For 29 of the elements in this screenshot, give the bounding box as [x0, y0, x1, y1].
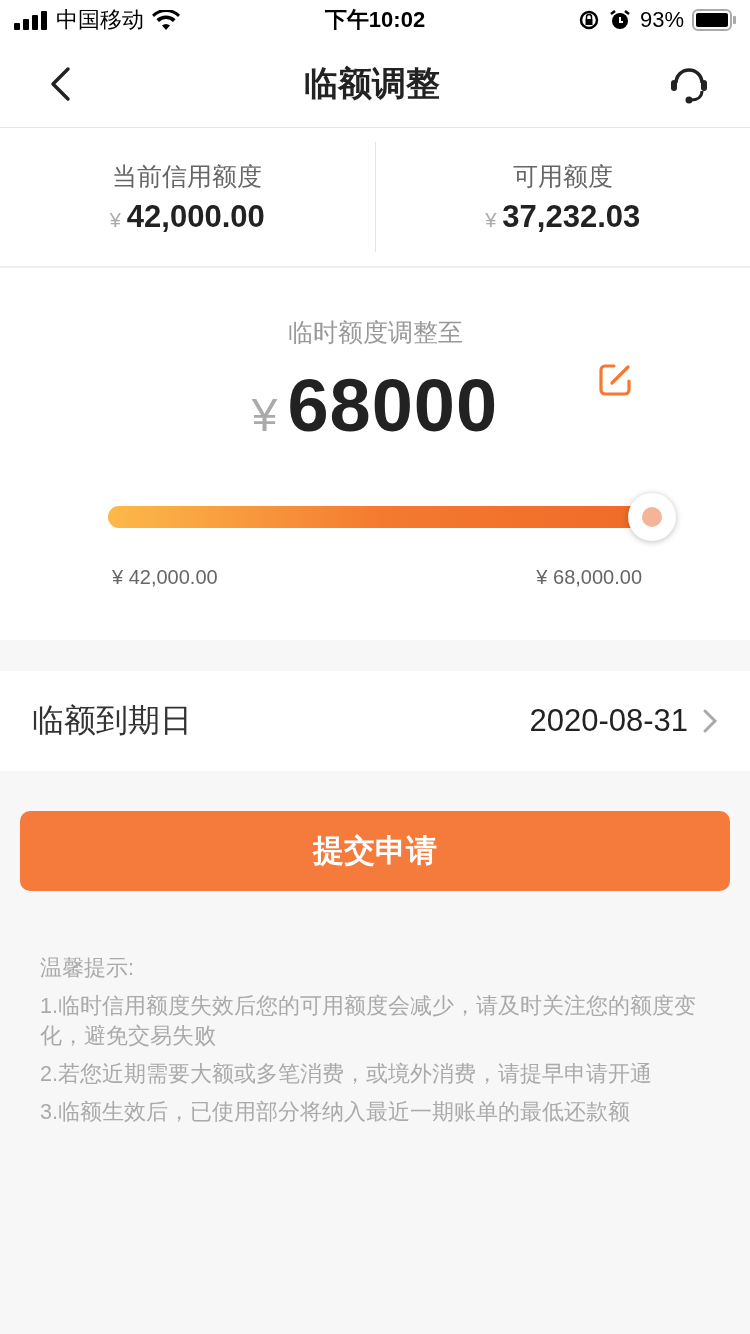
slider-track[interactable]	[108, 493, 676, 541]
chevron-right-icon[interactable]	[702, 708, 718, 734]
wifi-icon	[152, 10, 180, 30]
credit-amount: 42,000.00	[126, 198, 265, 235]
credit-label: 可用额度	[512, 160, 613, 192]
currency-sign: ¥	[251, 388, 278, 442]
expiry-date[interactable]: 2020-08-31	[529, 703, 688, 739]
credit-label: 当前信用额度	[112, 160, 263, 192]
adjust-label: 临时额度调整至	[287, 317, 463, 348]
currency-sign: ¥	[109, 208, 121, 232]
adjusted-amount: 68000	[287, 363, 499, 448]
expiry-label: 临额到期日	[32, 701, 193, 740]
credit-amount: 37,232.03	[502, 198, 641, 235]
signal-icon	[14, 10, 48, 30]
tip-text: 3.临额生效后，已使用部分将纳入最近一期账单的最低还款额	[40, 1099, 631, 1126]
edit-icon[interactable]	[598, 363, 632, 397]
rotation-lock-icon	[577, 9, 600, 31]
page-title: 临额调整	[304, 62, 440, 104]
tip-text: 2.若您近期需要大额或多笔消费，或境外消费，请提早申请开通	[40, 1061, 653, 1088]
carrier-name: 中国移动	[56, 6, 144, 34]
min-amount: ¥ 42,000.00	[112, 566, 218, 589]
tips-title: 温馨提示:	[40, 955, 135, 982]
currency-sign: ¥	[485, 208, 497, 232]
max-amount: ¥ 68,000.00	[536, 566, 642, 589]
battery-percent: 93%	[639, 7, 684, 33]
battery-icon	[692, 9, 736, 31]
tip-text: 1.临时信用额度失效后您的可用额度会减少，请及时关注您的额度变化，避免交易失败	[40, 993, 697, 1050]
clock-time: 下午10:02	[324, 7, 426, 32]
slider-thumb[interactable]	[628, 493, 676, 541]
